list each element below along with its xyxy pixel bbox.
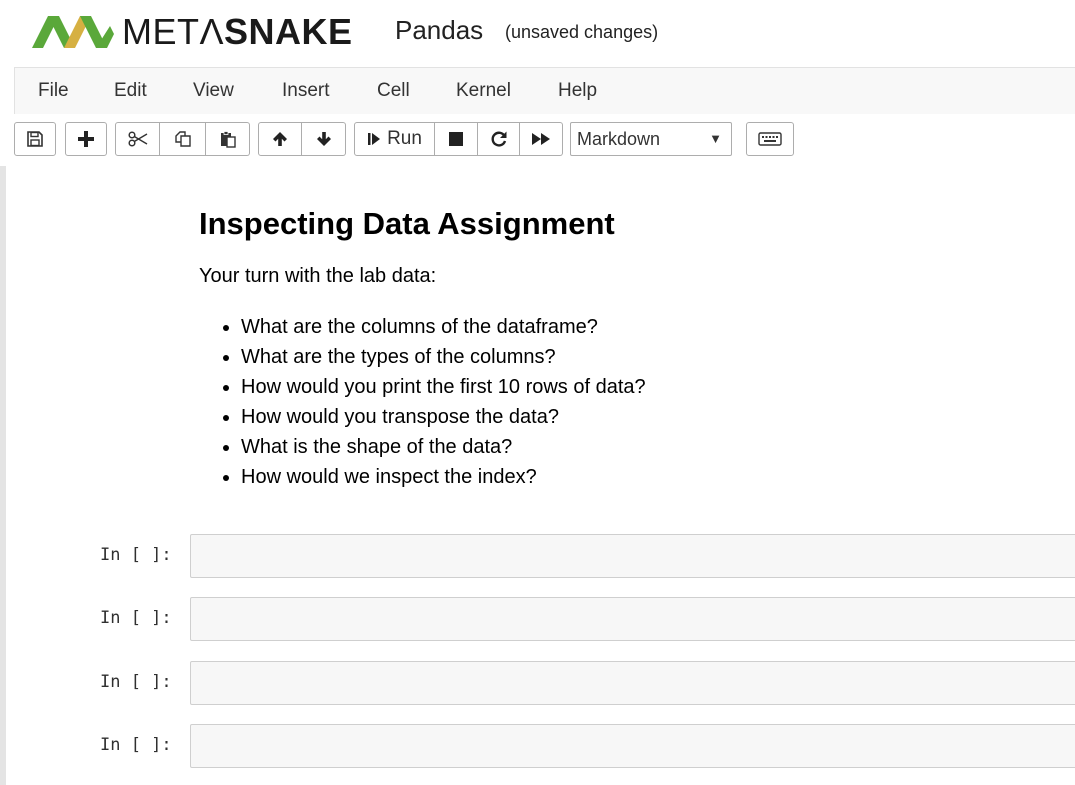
menubar: File Edit View Insert Cell Kernel Help	[14, 67, 1075, 115]
command-palette-button[interactable]	[746, 122, 794, 156]
notebook-name[interactable]: Pandas	[395, 13, 483, 47]
restart-run-all-button[interactable]	[520, 122, 563, 156]
save-status: (unsaved changes)	[505, 22, 659, 42]
code-input[interactable]	[190, 661, 1075, 705]
input-prompt: In [ ]:	[100, 672, 172, 692]
input-prompt: In [ ]:	[100, 735, 172, 755]
header: METΛSNAKE Pandas (unsaved changes)	[0, 0, 1075, 66]
list-item: How would you transpose the data?	[241, 402, 646, 432]
insert-cell-button[interactable]	[65, 122, 107, 156]
copy-icon	[174, 131, 191, 147]
metasnake-logo-icon[interactable]	[32, 14, 114, 48]
code-input[interactable]	[190, 724, 1075, 768]
keyboard-icon	[758, 132, 782, 146]
cell-type-value: Markdown	[577, 129, 661, 149]
code-cell: In [ ]:	[0, 534, 1075, 580]
copy-button[interactable]	[160, 122, 206, 156]
menu-cell[interactable]: Cell	[377, 68, 410, 114]
save-button[interactable]	[14, 122, 56, 156]
list-item: How would we inspect the index?	[241, 462, 646, 492]
cell-type-select[interactable]: Markdown ▼	[570, 122, 732, 156]
notebook-area: Inspecting Data Assignment Your turn wit…	[0, 166, 1075, 785]
markdown-heading: Inspecting Data Assignment	[199, 206, 615, 241]
list-item: What is the shape of the data?	[241, 432, 646, 462]
menu-kernel[interactable]: Kernel	[456, 68, 511, 114]
menu-insert[interactable]: Insert	[282, 68, 330, 114]
move-up-button[interactable]	[258, 122, 302, 156]
step-forward-icon	[368, 133, 381, 145]
markdown-intro: Your turn with the lab data:	[199, 265, 437, 287]
move-down-button[interactable]	[302, 122, 346, 156]
input-prompt: In [ ]:	[100, 545, 172, 565]
menu-help[interactable]: Help	[558, 68, 597, 114]
brand-part-snake: SNAKE	[224, 11, 353, 52]
fast-forward-icon	[532, 133, 550, 145]
paste-icon	[220, 131, 236, 148]
code-input[interactable]	[190, 534, 1075, 578]
restart-kernel-button[interactable]	[478, 122, 520, 156]
code-cell: In [ ]:	[0, 724, 1075, 770]
code-input[interactable]	[190, 597, 1075, 641]
brand-part-meta: METΛ	[122, 11, 225, 52]
toolbar: Run Markdown ▼	[0, 114, 1075, 166]
arrow-up-icon	[273, 132, 287, 146]
save-icon	[27, 131, 43, 147]
paste-button[interactable]	[206, 122, 250, 156]
dropdown-arrow-icon: ▼	[709, 131, 722, 146]
scissors-icon	[127, 131, 147, 147]
menu-edit[interactable]: Edit	[114, 68, 147, 114]
interrupt-button[interactable]	[435, 122, 478, 156]
menu-view[interactable]: View	[193, 68, 234, 114]
menu-file[interactable]: File	[38, 68, 69, 114]
code-cell: In [ ]:	[0, 597, 1075, 643]
code-cell: In [ ]:	[0, 661, 1075, 707]
brand-name: METΛSNAKE	[122, 10, 353, 54]
refresh-icon	[491, 131, 506, 147]
arrow-down-icon	[316, 132, 331, 146]
cut-button[interactable]	[115, 122, 160, 156]
plus-icon	[78, 131, 94, 147]
list-item: How would you print the first 10 rows of…	[241, 372, 646, 402]
list-item: What are the columns of the dataframe?	[241, 312, 646, 342]
input-prompt: In [ ]:	[100, 608, 172, 628]
run-button[interactable]: Run	[354, 122, 435, 156]
stop-icon	[449, 132, 463, 146]
list-item: What are the types of the columns?	[241, 342, 646, 372]
markdown-bullet-list: What are the columns of the dataframe? W…	[199, 312, 646, 492]
run-label: Run	[387, 128, 422, 149]
